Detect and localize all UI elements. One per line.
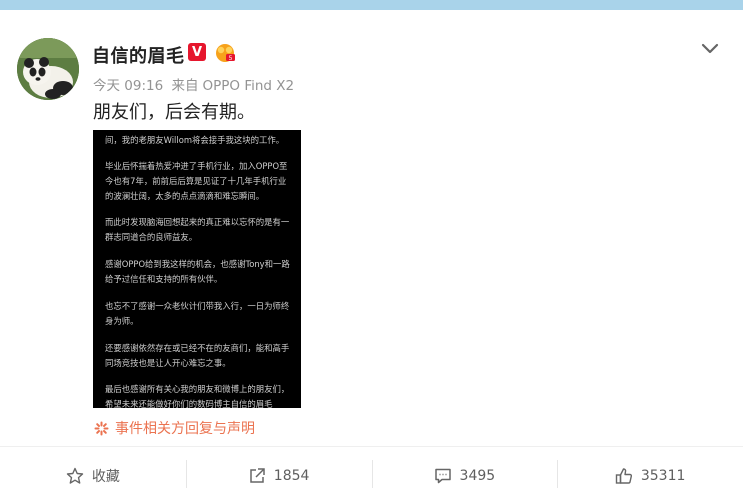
panda-avatar-icon — [17, 38, 79, 100]
event-link-label: 事件相关方回复与声明 — [115, 421, 255, 437]
image-text-line: 身为师。 — [105, 316, 139, 326]
post-meta: 今天 09:16 来自 OPPO Find X2 — [93, 74, 298, 94]
image-text-line: 而此时发现脑海回想起来的真正难以忘怀的是有一 — [105, 217, 290, 227]
star-icon — [66, 467, 84, 484]
image-text-line: 毕业后怀揣着热爱冲进了手机行业，加入OPPO至 — [105, 161, 288, 171]
source-prefix: 来自 — [171, 78, 199, 94]
top-strip — [0, 0, 743, 10]
like-count: 35311 — [640, 468, 686, 484]
chevron-down-icon[interactable] — [700, 42, 720, 56]
svg-text:5: 5 — [229, 55, 233, 62]
username[interactable]: 自信的眉毛 — [92, 42, 185, 68]
comment-count: 3495 — [459, 468, 496, 484]
share-icon — [250, 468, 265, 483]
sparkle-icon — [94, 421, 109, 435]
image-text-line: 希望未来还能做好你们的数码博主自信的眉毛 — [105, 399, 273, 408]
timestamp[interactable]: 今天 09:16 — [93, 78, 163, 94]
image-text-line: 最后也感谢所有关心我的朋友和微博上的朋友们， — [105, 384, 290, 394]
image-text-line: 还要感谢依然存在或已经不在的友商们，能和高手 — [105, 343, 290, 353]
verified-badge-icon: V — [188, 43, 206, 61]
avatar[interactable] — [17, 38, 79, 100]
repost-count: 1854 — [273, 468, 310, 484]
post-card: 自信的眉毛 V 5 今天 09:16 来自 OPPO Find X2 朋友们，后会… — [0, 10, 743, 496]
image-text-line: 同场竞技也是让人开心难忘之事。 — [105, 358, 231, 368]
image-text-line: 感谢OPPO给到我这样的机会，也感谢Tony和一路 — [105, 259, 290, 269]
source-device[interactable]: OPPO Find X2 — [203, 78, 295, 94]
image-text-line: 的波澜壮阔，太多的点点滴滴和难忘瞬间。 — [105, 191, 265, 201]
image-text-line: 给予过信任和支持的所有伙伴。 — [105, 274, 223, 284]
divider — [0, 446, 743, 447]
post-image[interactable]: 间，我的老朋友Willom将会接手我这块的工作。 毕业后怀揣着热爱冲进了手机行业… — [93, 130, 301, 408]
favorite-button[interactable]: 收藏 — [0, 456, 186, 496]
favorite-label: 收藏 — [91, 469, 120, 485]
member-badge-icon[interactable]: 5 — [213, 41, 237, 63]
like-button[interactable]: 35311 — [557, 456, 743, 496]
image-text-line: 间，我的老朋友Willom将会接手我这块的工作。 — [105, 135, 285, 145]
post-text: 朋友们，后会有期。 — [93, 102, 255, 123]
action-bar: 收藏 1854 3495 35311 — [0, 456, 743, 496]
image-text-line: 也忘不了感谢一众老伙计们带我入行，一日为师终 — [105, 301, 290, 311]
comment-button[interactable]: 3495 — [371, 456, 558, 496]
event-statement-link[interactable]: 事件相关方回复与声明 — [94, 418, 255, 438]
image-text-line: 群志同道合的良师益友。 — [105, 232, 198, 242]
image-text-line: 今也有7年，前前后后算是见证了十几年手机行业 — [105, 176, 287, 186]
thumbs-up-icon — [615, 468, 632, 484]
repost-button[interactable]: 1854 — [185, 456, 372, 496]
comment-icon — [434, 468, 451, 484]
